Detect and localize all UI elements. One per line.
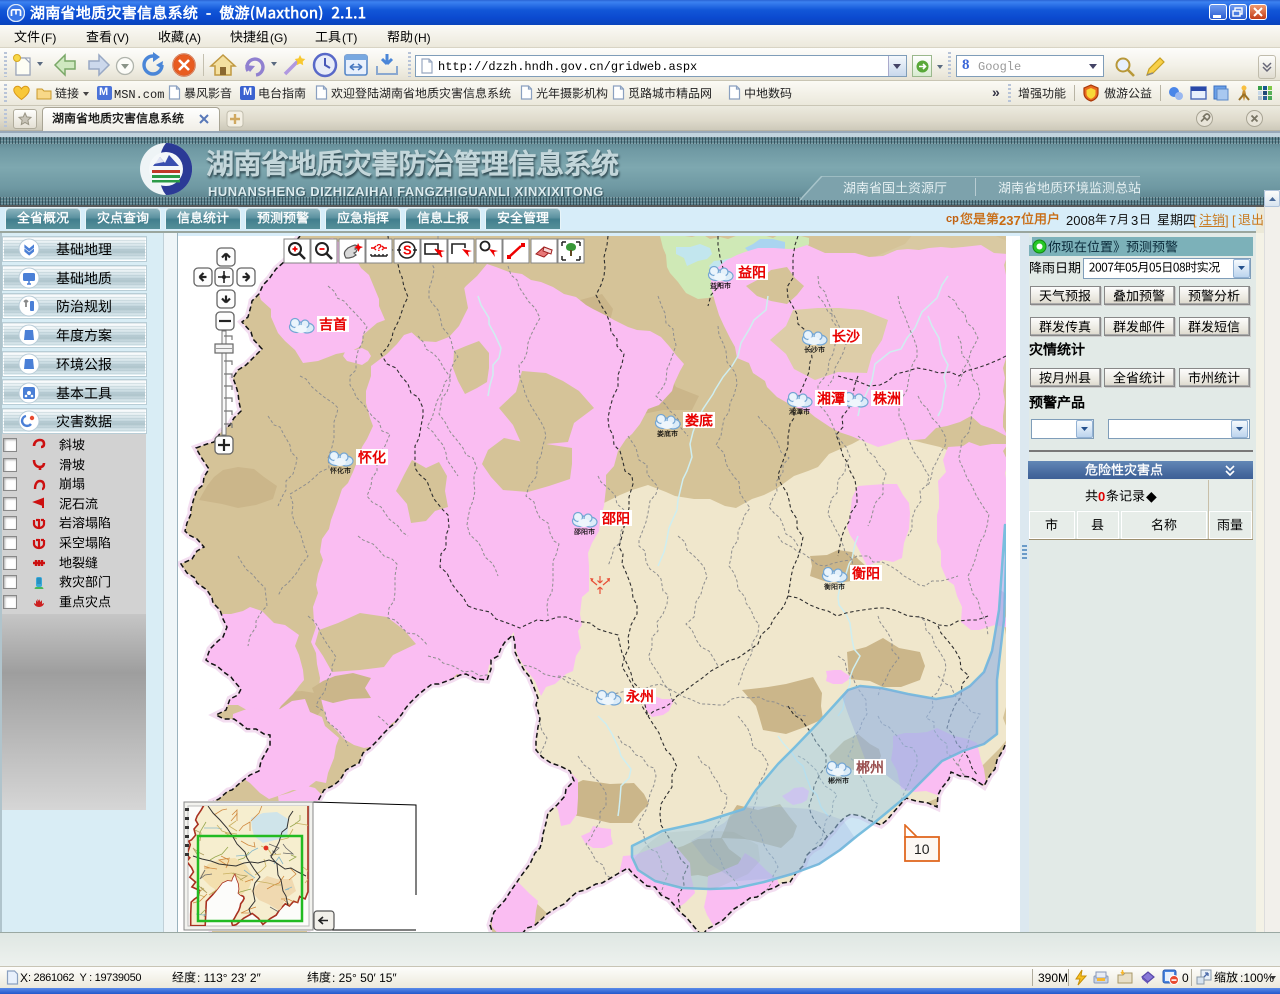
svg-text:S: S (403, 243, 412, 258)
svg-text:?: ? (376, 243, 382, 254)
svg-text:10: 10 (914, 841, 930, 857)
